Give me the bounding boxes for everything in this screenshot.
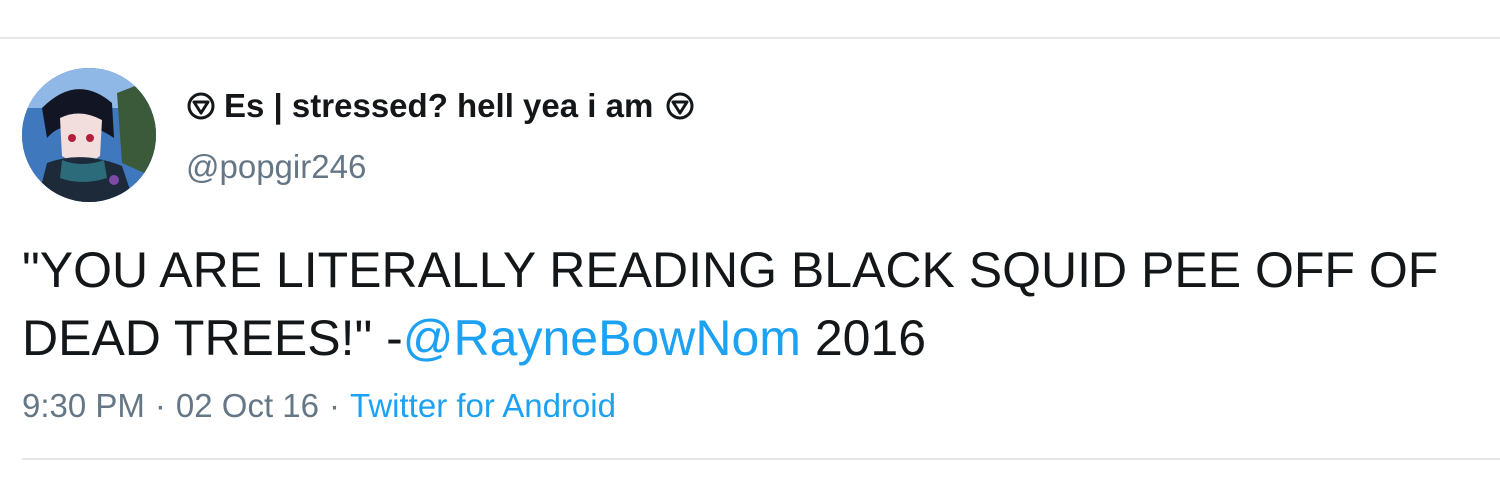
mention-link[interactable]: @RayneBowNom [403,310,801,366]
display-name-text: Es | stressed? hell yea i am [224,87,654,124]
tweet-meta: 9:30 PM · 02 Oct 16 · Twitter for Android [22,386,616,426]
user-handle[interactable]: @popgir246 [186,147,366,187]
tweet-card: Es | stressed? hell yea i am @popgir246 … [0,0,1500,499]
avatar[interactable] [22,68,156,202]
tweet-date: 02 Oct 16 [175,387,319,424]
tweet-text: "YOU ARE LITERALLY READING BLACK SQUID P… [22,236,1472,372]
tweet-source-link[interactable]: Twitter for Android [350,387,616,424]
top-divider [0,37,1500,39]
avatar-image [22,68,156,202]
bottom-divider [22,458,1500,460]
meta-separator: · [154,387,166,424]
meta-separator: · [329,387,340,424]
display-name[interactable]: Es | stressed? hell yea i am [186,84,695,128]
down-triangle-in-circle-icon [186,91,216,121]
tweet-time: 9:30 PM [22,387,145,424]
tweet-text-after: 2016 [800,310,927,366]
down-triangle-in-circle-icon [665,91,695,121]
